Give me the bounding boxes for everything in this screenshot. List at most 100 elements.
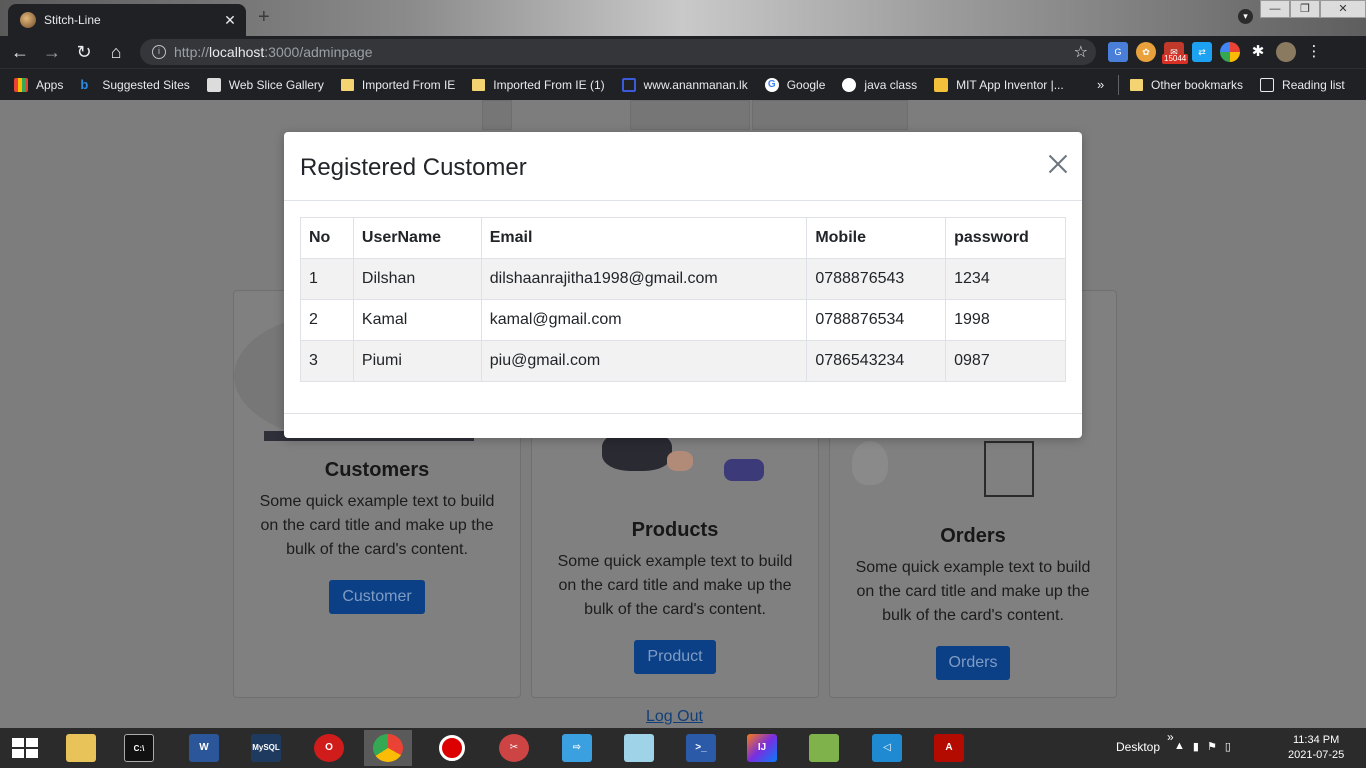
bookmark-mit-app-inventor[interactable]: MIT App Inventor |...	[934, 77, 1064, 92]
forward-arrow-icon[interactable]: →	[36, 42, 68, 63]
card-text: Some quick example text to build on the …	[855, 559, 1091, 624]
browser-toolbar: ← → ↻ ⌂ i http://localhost:3000/adminpag…	[0, 36, 1366, 68]
menu-kebab-icon[interactable]: ⋮	[1304, 42, 1324, 62]
card-text: Some quick example text to build on the …	[259, 493, 495, 558]
network-icon[interactable]: ▮	[1193, 740, 1199, 753]
desktop-toolbar-chevron-icon[interactable]: »	[1167, 730, 1174, 744]
bookmark-label: Imported From IE	[361, 77, 456, 92]
bookmark-other[interactable]: Other bookmarks	[1130, 78, 1243, 92]
bookmark-imported-ie[interactable]: Imported From IE	[340, 77, 456, 92]
table-row: 3 Piumi piu@gmail.com 0786543234 0987	[300, 340, 1066, 382]
more-bookmarks-chevron-icon[interactable]: »	[1097, 77, 1104, 92]
windows-start-icon[interactable]	[12, 738, 38, 758]
log-out-link[interactable]: Log Out	[646, 708, 703, 726]
puzzle-extensions-icon[interactable]: ✱	[1248, 42, 1268, 62]
taskbar-command-prompt[interactable]: C:\	[115, 730, 163, 766]
modal-header: Registered Customer	[284, 132, 1082, 201]
desktop-toolbar-label[interactable]: Desktop	[1116, 740, 1160, 754]
taskbar-chrome[interactable]	[364, 730, 412, 766]
flag-icon[interactable]: ⚑	[1207, 740, 1217, 753]
column-header-password: password	[945, 217, 1066, 259]
bookmark-apps[interactable]: Apps	[14, 77, 63, 92]
cell-email: piu@gmail.com	[480, 340, 808, 382]
reading-list[interactable]: Reading list	[1260, 78, 1345, 92]
close-window-button[interactable]: ✕	[1320, 0, 1366, 18]
mysql-icon: MySQL	[251, 734, 281, 762]
taskbar-vscode[interactable]: ◁	[863, 730, 911, 766]
cell-password: 1234	[945, 258, 1066, 300]
url-path: :3000/adminpage	[264, 44, 373, 60]
cell-mobile: 0786543234	[806, 340, 947, 382]
hand-illustration	[667, 451, 693, 471]
customer-button[interactable]: Customer	[329, 580, 425, 614]
skate-illustration	[724, 459, 764, 481]
close-icon[interactable]	[1048, 154, 1068, 174]
cell-email: kamal@gmail.com	[480, 299, 808, 341]
profile-avatar[interactable]	[1276, 42, 1296, 62]
modal-body: No UserName Email Mobile password 1 Dils…	[300, 217, 1066, 382]
hero-image	[630, 100, 750, 130]
translate-extension-icon[interactable]: G	[1108, 42, 1128, 62]
bookmark-label: Suggested Sites	[102, 77, 190, 92]
back-arrow-icon[interactable]: ←	[4, 42, 36, 63]
vscode-icon: ◁	[872, 734, 902, 762]
bookmark-imported-ie-1[interactable]: Imported From IE (1)	[472, 78, 605, 92]
address-bar[interactable]: i http://localhost:3000/adminpage ☆	[140, 39, 1096, 65]
restore-button[interactable]: ❐	[1290, 0, 1320, 18]
opera-icon: O	[314, 734, 344, 762]
taskbar-file-explorer[interactable]	[57, 730, 105, 766]
card-title: Customers	[324, 459, 430, 481]
bookmark-java-class[interactable]: java class	[842, 77, 917, 92]
cell-mobile: 0788876543	[806, 258, 947, 300]
taskbar-opera[interactable]: O	[305, 730, 353, 766]
bookmark-google[interactable]: G Google	[764, 77, 825, 92]
cell-username: Piumi	[352, 340, 482, 382]
taskbar-acrobat[interactable]: A	[925, 730, 973, 766]
pdf-reader-icon: A	[934, 734, 964, 762]
tab-search-icon[interactable]: ▾	[1238, 9, 1253, 24]
product-button[interactable]: Product	[634, 640, 716, 674]
taskbar-recorder[interactable]	[428, 730, 476, 766]
share-extension-icon[interactable]: ⇄	[1192, 42, 1212, 62]
taskbar-word[interactable]: W	[180, 730, 228, 766]
cell-email: dilshaanrajitha1998@gmail.com	[480, 258, 808, 300]
taskbar-notepad-plus[interactable]	[800, 730, 848, 766]
battery-icon[interactable]: ▯	[1225, 740, 1231, 753]
modal-footer	[284, 413, 1082, 438]
hero-image	[752, 100, 908, 130]
file-explorer-icon	[66, 734, 96, 762]
apps-extension-icon[interactable]: ✿	[1136, 42, 1156, 62]
system-clock[interactable]: 11:34 PM 2021-07-25	[1288, 733, 1344, 763]
url-protocol: http://	[174, 44, 210, 60]
tab-close-icon[interactable]: ✕	[220, 12, 240, 29]
bookmark-label: MIT App Inventor |...	[956, 77, 1064, 92]
folder-icon	[472, 78, 486, 91]
powershell-icon: >_	[686, 734, 716, 762]
cell-mobile: 0788876534	[806, 299, 947, 341]
site-info-icon[interactable]: i	[152, 45, 166, 59]
bookmark-star-icon[interactable]: ☆	[1074, 42, 1088, 62]
reload-icon[interactable]: ↻	[68, 42, 100, 63]
orders-button[interactable]: Orders	[935, 646, 1011, 680]
new-tab-button[interactable]: +	[258, 6, 270, 29]
taskbar-snipping-tool[interactable]: ✂	[490, 730, 538, 766]
bookmark-label: Other bookmarks	[1151, 78, 1244, 92]
color-extension-icon[interactable]	[1220, 42, 1240, 62]
minimize-button[interactable]: —	[1260, 0, 1290, 18]
bookmark-web-slice-gallery[interactable]: Web Slice Gallery	[206, 77, 324, 92]
table-header-row: No UserName Email Mobile password	[300, 217, 1066, 259]
mail-extension-icon[interactable]: ✉ 15044	[1162, 42, 1189, 64]
show-hidden-icons-icon[interactable]: ▲	[1174, 740, 1185, 753]
taskbar-powershell[interactable]: >_	[677, 730, 725, 766]
home-icon[interactable]: ⌂	[100, 42, 132, 63]
bookmark-ananmanan[interactable]: www.ananmanan.lk	[621, 77, 748, 92]
folder-icon	[1130, 79, 1143, 91]
system-tray: ▲ ▮ ⚑ ▯	[1174, 740, 1231, 753]
bing-icon: b	[80, 76, 89, 92]
bookmark-suggested-sites[interactable]: b Suggested Sites	[80, 76, 190, 92]
taskbar-mysql[interactable]: MySQL	[242, 730, 290, 766]
taskbar-notes[interactable]	[615, 730, 663, 766]
taskbar-intellij[interactable]: IJ	[738, 730, 786, 766]
taskbar-share[interactable]: ⇨	[553, 730, 601, 766]
browser-tab[interactable]: Stitch-Line ✕	[8, 4, 246, 36]
